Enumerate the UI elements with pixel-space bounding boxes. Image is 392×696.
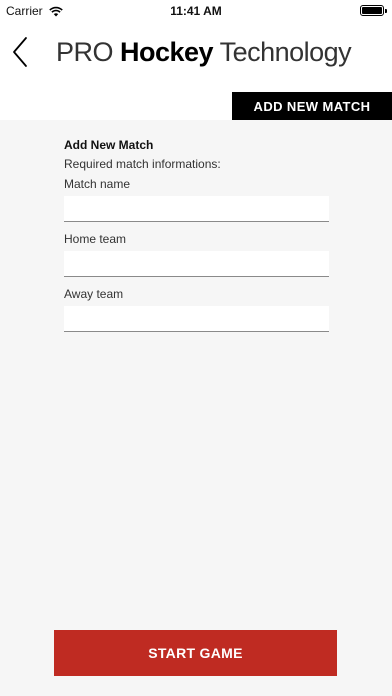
match-name-input[interactable] [64,196,329,222]
app-title-suffix: Technology [213,37,352,67]
home-team-input[interactable] [64,251,329,277]
app-title: PRO Hockey Technology [56,34,352,70]
back-button[interactable] [8,34,34,70]
form-title: Add New Match [64,138,154,152]
chevron-left-icon [13,37,27,67]
app-title-bold: Hockey [120,37,214,67]
away-team-label: Away team [64,287,124,301]
nav-bar: PRO Hockey Technology [0,22,392,92]
match-name-label: Match name [64,177,131,191]
header-strip: ADD NEW MATCH [0,92,392,120]
status-bar: Carrier 11:41 AM [0,0,392,22]
app-title-prefix: PRO [56,37,121,67]
battery-icon [360,5,387,16]
add-match-form: Add New Match Required match information… [64,138,329,342]
home-team-label: Home team [64,232,127,246]
form-subtitle: Required match informations: [64,157,221,171]
start-game-button[interactable]: START GAME [54,630,337,676]
status-time: 11:41 AM [170,4,222,18]
away-team-input[interactable] [64,306,329,332]
add-new-match-tab[interactable]: ADD NEW MATCH [232,92,392,120]
